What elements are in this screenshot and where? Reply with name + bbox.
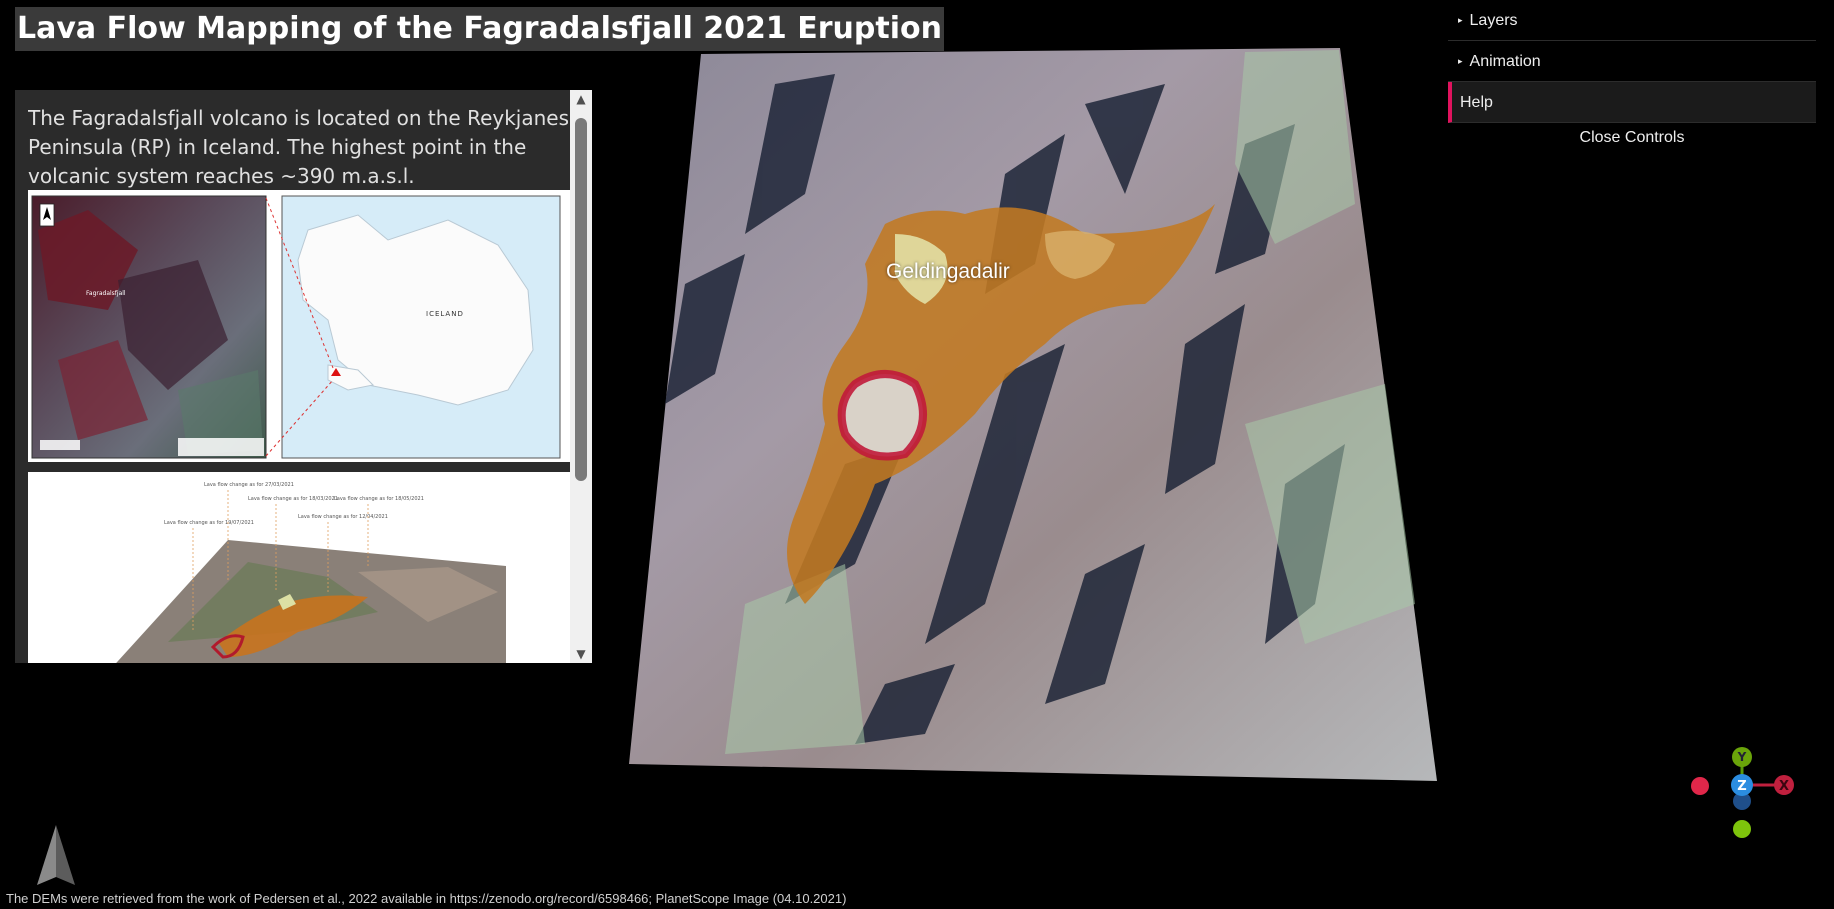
lava-change-image: Lava flow change as for 27/03/2021 Lava … [116,482,506,663]
lava-annotation-3: Lava flow change as for 18/05/2021 [334,496,424,502]
layers-label: Layers [1469,12,1518,29]
animation-label: Animation [1469,53,1541,70]
location-map-image: Fagradalsfjall ICELAND [31,195,561,459]
controls-panel: ▸ Layers ▸ Animation Help Close Controls [1448,0,1816,153]
north-arrow-icon [37,825,75,885]
place-label-geldingadalir: Geldingadalir [886,260,1010,283]
info-text: The Fagradalsfjall volcano is located on… [28,106,570,188]
layers-folder[interactable]: ▸ Layers [1448,0,1816,41]
lava-change-figure: Lava flow change as for 27/03/2021 Lava … [28,472,570,663]
animation-folder[interactable]: ▸ Animation [1448,41,1816,82]
lava-annotation-1: Lava flow change as for 27/03/2021 [204,482,294,488]
info-content: The Fagradalsfjall volcano is located on… [28,90,570,663]
iceland-label: ICELAND [426,310,464,318]
axis-x-label: X [1779,779,1789,794]
axis-y-label: Y [1737,750,1747,764]
scroll-up-button[interactable]: ▲ [570,90,592,108]
volcano-label: Fagradalsfjall [86,290,126,297]
lava-annotation-4: Lava flow change as for 12/04/2021 [298,514,388,520]
scroll-thumb[interactable] [575,118,587,481]
footer-credit: The DEMs were retrieved from the work of… [6,891,847,906]
axis-gizmo[interactable]: Y Z X [1680,745,1800,855]
location-map-figure: Fagradalsfjall ICELAND [28,190,570,462]
scroll-down-button[interactable]: ▼ [570,645,592,663]
help-button[interactable]: Help [1448,82,1816,123]
axis-z-label: Z [1737,779,1746,794]
terrain-3d-view[interactable] [625,44,1440,784]
lava-annotation-2: Lava flow change as for 18/03/2021 [248,496,338,502]
info-panel[interactable]: The Fagradalsfjall volcano is located on… [15,90,592,663]
expand-triangle-icon: ▸ [1458,56,1463,66]
lava-annotation-5: Lava flow change as for 19/07/2021 [164,520,254,526]
axis-neg-x-handle[interactable] [1691,777,1709,795]
info-scrollbar[interactable]: ▲ ▼ [570,90,592,663]
axis-neg-y-handle[interactable] [1733,820,1751,838]
close-controls-button[interactable]: Close Controls [1448,123,1816,153]
expand-triangle-icon: ▸ [1458,15,1463,25]
